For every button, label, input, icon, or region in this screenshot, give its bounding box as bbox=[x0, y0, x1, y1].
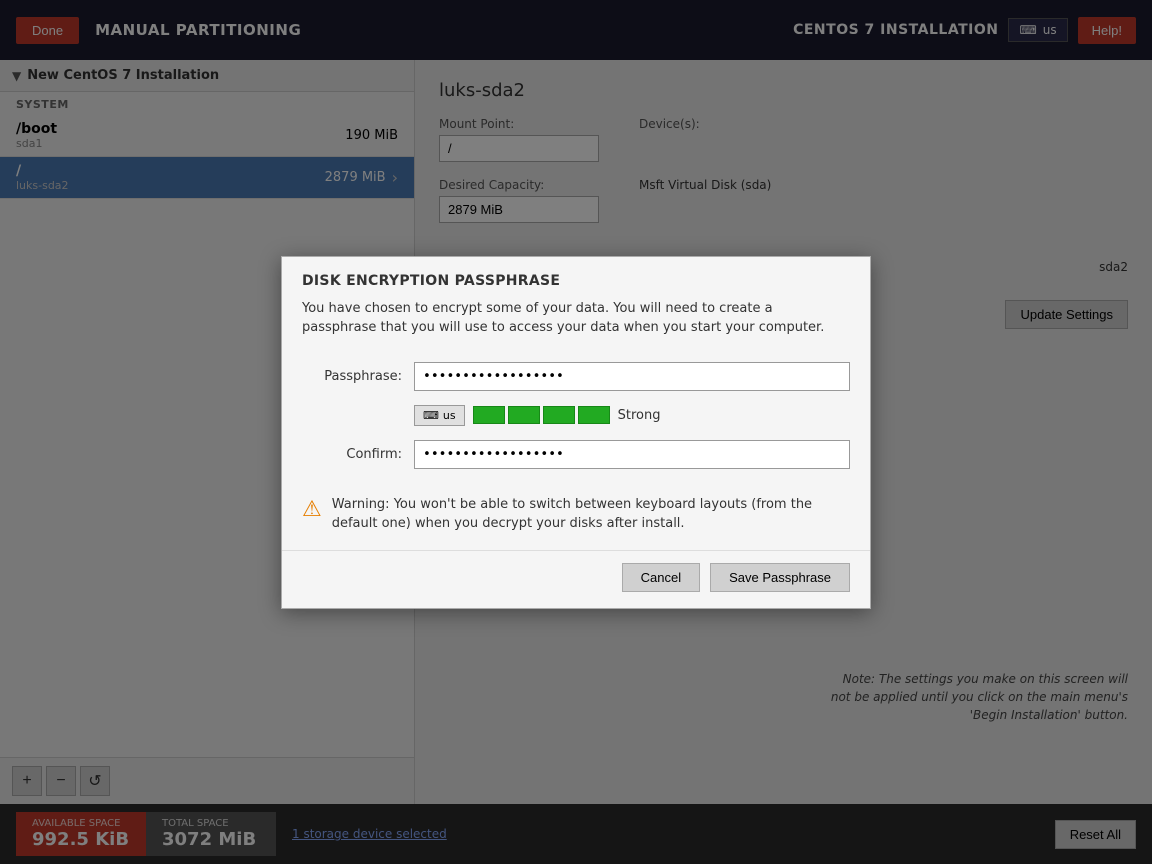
warning-icon: ⚠ bbox=[302, 497, 322, 522]
strength-row: ⌨ us Strong bbox=[302, 405, 850, 426]
strength-label: Strong bbox=[618, 408, 661, 423]
passphrase-label: Passphrase: bbox=[302, 369, 402, 384]
strength-bar-4 bbox=[578, 406, 610, 424]
passphrase-input[interactable] bbox=[414, 362, 850, 391]
dialog-footer: Cancel Save Passphrase bbox=[282, 550, 870, 608]
keyboard-mini-widget[interactable]: ⌨ us bbox=[414, 405, 465, 426]
dialog-header: DISK ENCRYPTION PASSPHRASE You have chos… bbox=[282, 257, 870, 350]
strength-bar-3 bbox=[543, 406, 575, 424]
keyboard-mini-layout: us bbox=[443, 409, 456, 422]
strength-bar-2 bbox=[508, 406, 540, 424]
passphrase-row: Passphrase: bbox=[302, 362, 850, 391]
dialog-body: Passphrase: ⌨ us Strong Confirm: bbox=[282, 350, 870, 495]
confirm-label: Confirm: bbox=[302, 447, 402, 462]
dialog-title: DISK ENCRYPTION PASSPHRASE bbox=[302, 273, 850, 289]
warning-text: Warning: You won't be able to switch bet… bbox=[332, 495, 850, 534]
confirm-row: Confirm: bbox=[302, 440, 850, 469]
warning-row: ⚠ Warning: You won't be able to switch b… bbox=[282, 495, 870, 550]
disk-encryption-dialog: DISK ENCRYPTION PASSPHRASE You have chos… bbox=[281, 256, 871, 609]
confirm-input[interactable] bbox=[414, 440, 850, 469]
save-passphrase-button[interactable]: Save Passphrase bbox=[710, 563, 850, 592]
cancel-button[interactable]: Cancel bbox=[622, 563, 700, 592]
dialog-overlay: DISK ENCRYPTION PASSPHRASE You have chos… bbox=[0, 0, 1152, 864]
strength-bars bbox=[473, 406, 610, 424]
strength-bar-1 bbox=[473, 406, 505, 424]
dialog-body-text: You have chosen to encrypt some of your … bbox=[302, 299, 850, 338]
keyboard-mini-icon: ⌨ bbox=[423, 409, 439, 422]
